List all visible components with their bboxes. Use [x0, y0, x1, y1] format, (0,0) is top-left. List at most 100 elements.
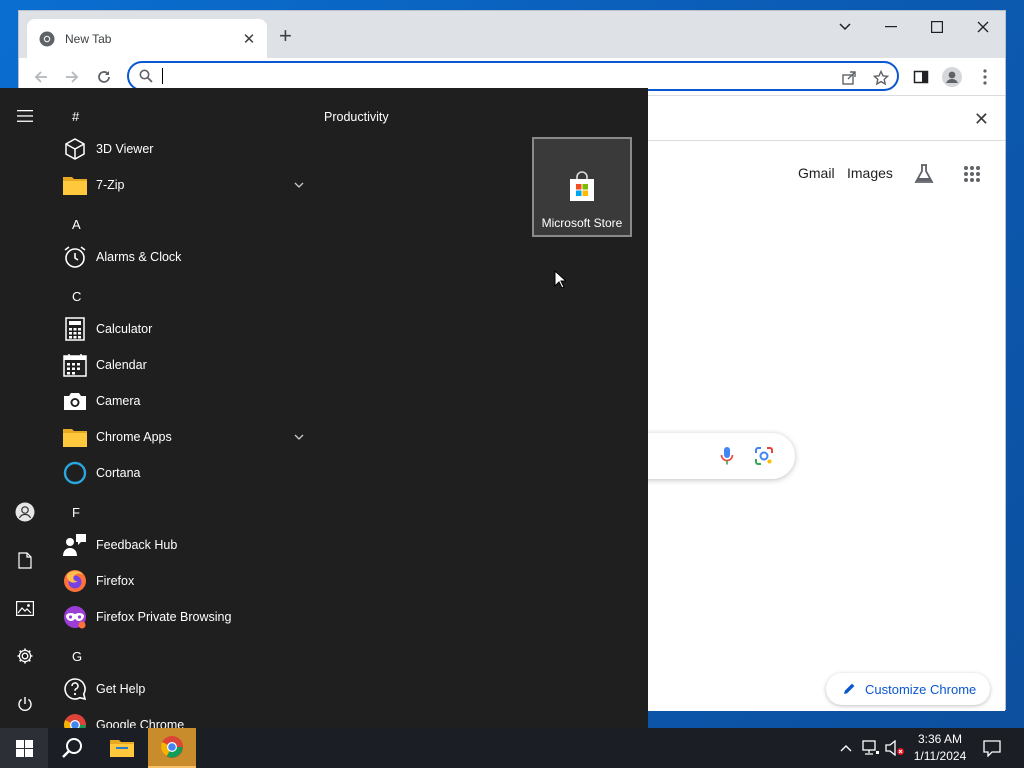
apps-grid-icon[interactable] — [963, 165, 981, 188]
app-3d-viewer[interactable]: 3D Viewer — [62, 131, 312, 167]
chevron-down-icon[interactable] — [292, 178, 306, 192]
maximize-button[interactable] — [914, 11, 960, 43]
address-input[interactable] — [169, 66, 829, 86]
app-label: Feedback Hub — [96, 538, 178, 552]
documents-icon[interactable] — [13, 548, 37, 572]
notifications-icon[interactable] — [980, 728, 1004, 768]
customize-chrome-button[interactable]: Customize Chrome — [826, 673, 990, 705]
show-hidden-icons-icon[interactable] — [836, 728, 856, 768]
start-rail — [0, 88, 50, 728]
chrome-icon — [62, 712, 88, 728]
back-button[interactable] — [29, 65, 53, 89]
network-icon[interactable] — [860, 728, 882, 768]
section-letter-g[interactable]: G — [72, 649, 82, 664]
app-label: 3D Viewer — [96, 142, 154, 156]
search-icon — [139, 69, 153, 83]
search-icon — [62, 738, 82, 758]
pictures-icon[interactable] — [13, 596, 37, 620]
file-explorer-button[interactable] — [98, 728, 146, 768]
firefox-icon — [62, 568, 88, 594]
app-calendar[interactable]: Calendar — [62, 347, 312, 383]
calendar-icon — [62, 352, 88, 378]
clock-time: 3:36 AM — [917, 732, 963, 746]
app-camera[interactable]: Camera — [62, 383, 312, 419]
start-menu: # 3D Viewer 7-Zip A Alarms & Clock C Cal… — [0, 88, 648, 728]
app-label: Get Help — [96, 682, 146, 696]
user-account-icon[interactable] — [13, 500, 37, 524]
close-tab-icon[interactable]: ✕ — [241, 30, 257, 48]
app-label: Google Chrome — [96, 718, 185, 728]
chrome-taskbar-button[interactable] — [148, 728, 196, 768]
bookmark-star-icon[interactable] — [871, 68, 891, 88]
close-window-button[interactable] — [960, 11, 1006, 43]
share-icon[interactable] — [839, 68, 859, 88]
pencil-icon — [844, 683, 855, 694]
tab-title: New Tab — [65, 31, 112, 46]
side-panel-icon[interactable] — [911, 67, 931, 87]
customize-label: Customize Chrome — [865, 681, 977, 697]
new-tab-button[interactable]: + — [279, 25, 292, 47]
taskbar: 3:36 AM 1/11/2024 — [0, 728, 1024, 768]
app-cortana[interactable]: Cortana — [62, 455, 312, 491]
file-explorer-icon — [110, 740, 134, 757]
hamburger-menu-icon[interactable] — [13, 104, 37, 128]
camera-icon — [62, 388, 88, 414]
app-label: Alarms & Clock — [96, 250, 182, 264]
address-bar[interactable] — [127, 61, 899, 91]
chevron-down-icon[interactable] — [292, 430, 306, 444]
cortana-icon — [62, 460, 88, 486]
labs-flask-icon[interactable] — [913, 163, 935, 190]
images-link[interactable]: Images — [847, 165, 893, 181]
microsoft-store-tile[interactable]: Microsoft Store — [532, 137, 632, 237]
firefox-private-icon — [62, 604, 88, 630]
alarm-clock-icon — [62, 244, 88, 270]
chrome-favicon-icon — [39, 31, 55, 46]
get-help-icon — [62, 676, 88, 702]
lens-search-icon[interactable] — [754, 446, 774, 471]
app-label: Cortana — [96, 466, 141, 480]
3d-viewer-icon — [62, 136, 88, 162]
app-alarms-clock[interactable]: Alarms & Clock — [62, 239, 312, 275]
section-letter-hash[interactable]: # — [72, 109, 79, 124]
app-label: 7-Zip — [96, 178, 125, 192]
app-chrome-apps[interactable]: Chrome Apps — [62, 419, 312, 455]
tab-search-icon[interactable] — [822, 11, 868, 43]
app-7-zip[interactable]: 7-Zip — [62, 167, 312, 203]
tile-group-title[interactable]: Productivity — [324, 110, 389, 124]
profile-avatar-icon[interactable] — [942, 67, 962, 87]
app-label: Firefox — [96, 574, 135, 588]
app-google-chrome[interactable]: Google Chrome — [62, 707, 312, 728]
forward-button[interactable] — [60, 65, 84, 89]
app-calculator[interactable]: Calculator — [62, 311, 312, 347]
volume-muted-icon[interactable] — [884, 728, 906, 768]
voice-search-icon[interactable] — [720, 446, 734, 471]
section-letter-c[interactable]: C — [72, 289, 81, 304]
feedback-hub-icon — [62, 532, 88, 558]
close-infobar-icon[interactable]: ✕ — [974, 109, 989, 130]
start-button[interactable] — [0, 728, 48, 768]
reload-button[interactable] — [92, 65, 116, 89]
settings-gear-icon[interactable] — [13, 644, 37, 668]
tab-strip: New Tab ✕ + — [19, 11, 1005, 58]
app-list: # 3D Viewer 7-Zip A Alarms & Clock C Cal… — [50, 88, 316, 728]
gmail-link[interactable]: Gmail — [798, 165, 835, 181]
app-label: Camera — [96, 394, 141, 408]
app-firefox-private-browsing[interactable]: Firefox Private Browsing — [62, 599, 312, 635]
app-label: Calendar — [96, 358, 147, 372]
section-letter-a[interactable]: A — [72, 217, 81, 232]
section-letter-f[interactable]: F — [72, 505, 80, 520]
folder-icon — [62, 172, 88, 198]
app-feedback-hub[interactable]: Feedback Hub — [62, 527, 312, 563]
minimize-button[interactable] — [868, 11, 914, 43]
search-button[interactable] — [48, 728, 96, 768]
more-menu-icon[interactable] — [975, 67, 995, 87]
tab-new-tab[interactable]: New Tab ✕ — [27, 19, 267, 58]
power-icon[interactable] — [13, 692, 37, 716]
app-firefox[interactable]: Firefox — [62, 563, 312, 599]
tile-label: Microsoft Store — [541, 216, 623, 230]
system-clock[interactable]: 3:36 AM 1/11/2024 — [908, 731, 972, 765]
app-label: Calculator — [96, 322, 153, 336]
app-get-help[interactable]: Get Help — [62, 671, 312, 707]
windows-logo-icon — [15, 739, 33, 757]
microsoft-store-icon — [570, 171, 594, 201]
